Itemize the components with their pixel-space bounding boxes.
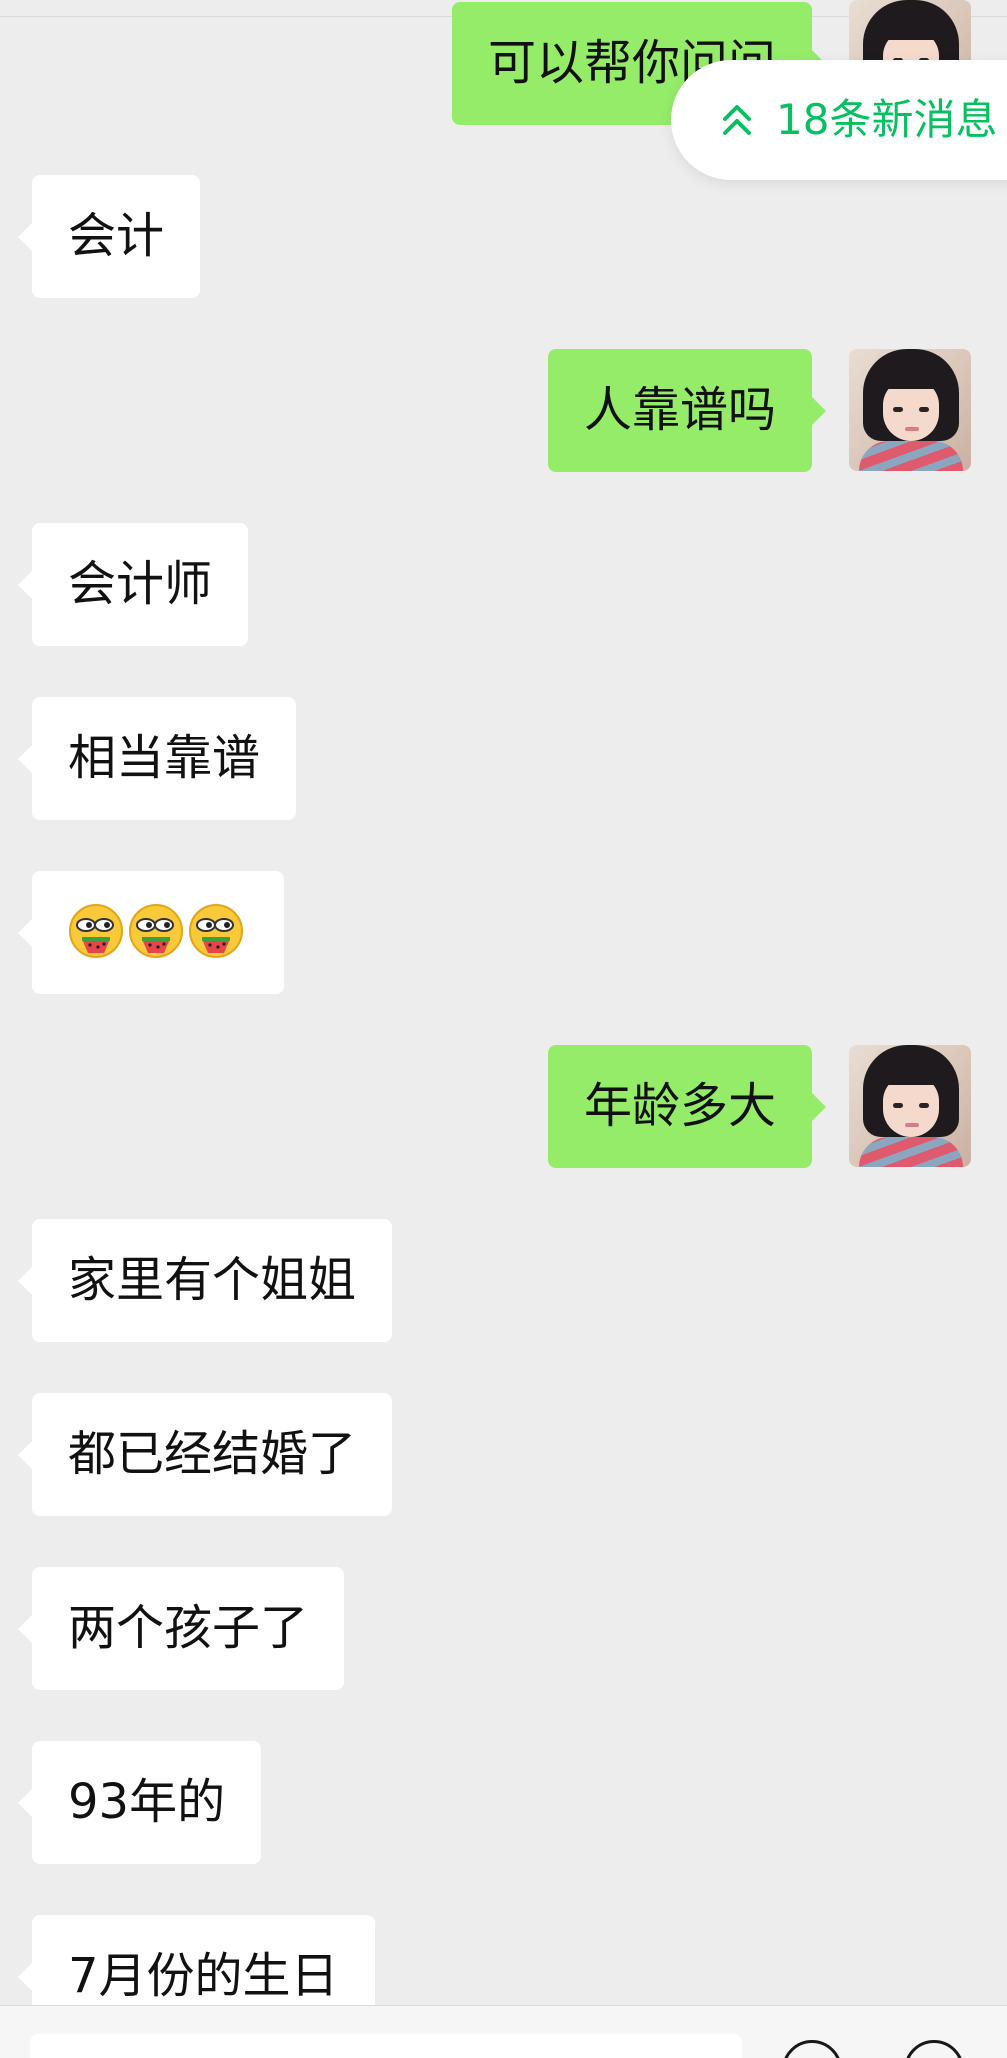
watermelon-eating-emoji [129,904,183,958]
message-bubble-sent[interactable]: 人靠谱吗 [547,349,827,472]
watermelon-eating-emoji [69,904,123,958]
message-text: 年龄多大 [583,1078,776,1134]
more-button[interactable] [904,2040,964,2058]
message-bubble-received[interactable]: 两个孩子了 [17,1567,345,1690]
message-bubble-received[interactable] [18,871,284,994]
message-text: 93年的 [68,1774,226,1830]
message-text: 家里有个姐姐 [68,1252,357,1308]
message-input[interactable] [30,2034,742,2058]
message-bubble-received[interactable]: 相当靠谱 [17,697,297,820]
message-text: 两个孩子了 [68,1600,309,1656]
message-bubble-sent[interactable]: 年龄多大 [547,1045,827,1168]
emoji-button[interactable] [782,2040,842,2058]
message-bubble-received[interactable]: 7月份的生日 [18,1915,375,2005]
message-text: 会计师 [68,556,213,612]
message-bubble-received[interactable]: 都已经结婚了 [17,1393,393,1516]
input-bar [0,2005,1007,2058]
message-text: 都已经结婚了 [68,1426,357,1482]
chat-message-list[interactable]: 可以帮你问问 会计 人靠谱吗 会计师 相当靠谱 年龄多大 家里有个姐姐 都已经结… [0,0,1007,2005]
message-text: 相当靠谱 [68,730,261,786]
new-messages-button[interactable]: 18条新消息 [671,60,1007,180]
message-text: 人靠谱吗 [583,382,776,438]
new-messages-label: 18条新消息 [776,95,998,144]
message-bubble-received[interactable]: 会计 [17,175,201,298]
watermelon-eating-emoji [189,904,243,958]
my-avatar[interactable] [849,1045,971,1167]
message-bubble-received[interactable]: 会计师 [17,523,249,646]
message-text: 会计 [68,208,165,264]
double-chevron-up-icon [723,105,751,135]
my-avatar[interactable] [849,349,971,471]
message-text: 7月份的生日 [68,1948,339,2004]
message-bubble-received[interactable]: 93年的 [17,1741,262,1864]
message-bubble-received[interactable]: 家里有个姐姐 [17,1219,393,1342]
